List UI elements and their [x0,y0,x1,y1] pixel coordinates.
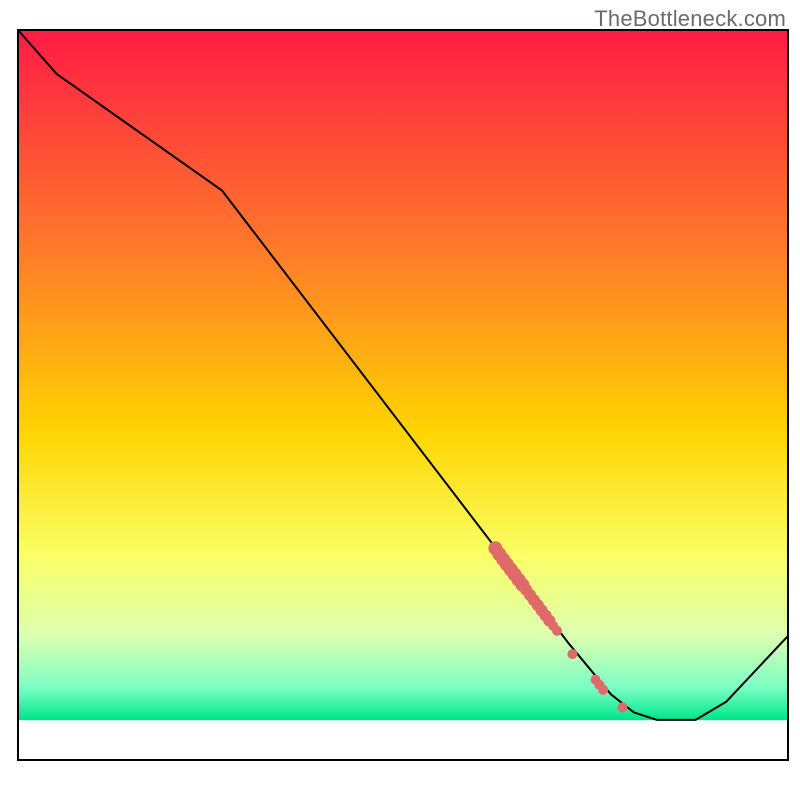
chart-container: TheBottleneck.com [0,0,800,800]
plot-background [18,30,788,760]
watermark-text: TheBottleneck.com [594,6,786,32]
bottleneck-chart [0,0,800,800]
highlight-point [567,649,577,659]
highlight-point [618,702,628,712]
highlight-point [598,685,608,695]
highlight-point [552,626,562,636]
